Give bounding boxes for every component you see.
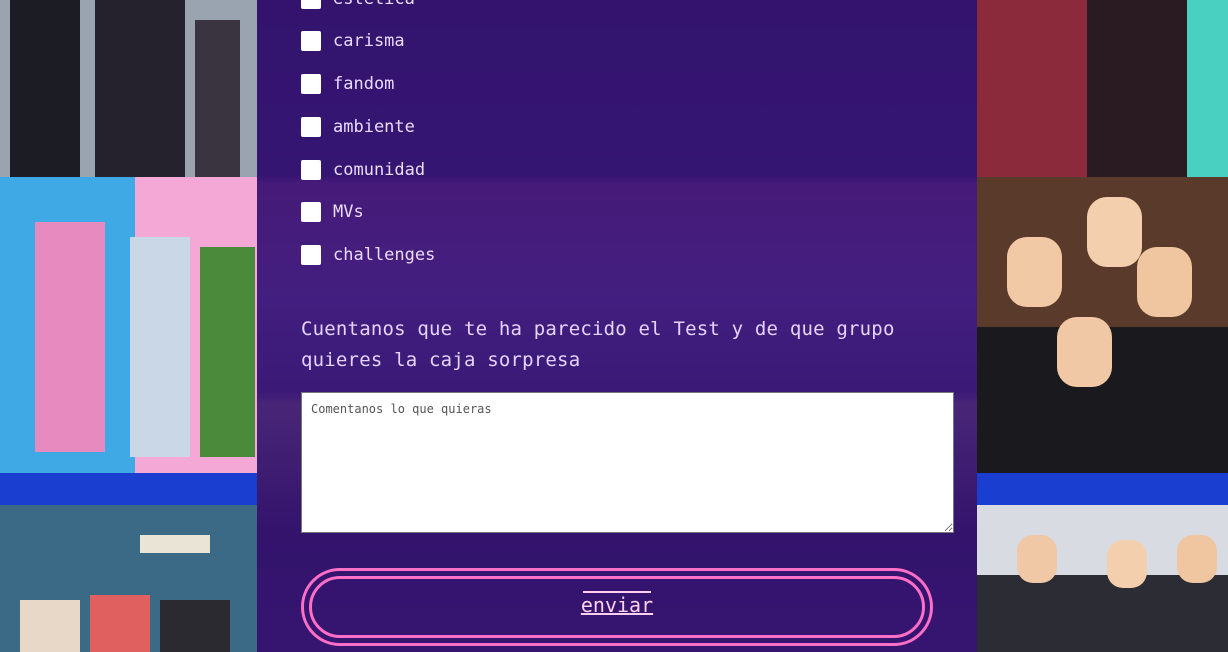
group-photo-right-bottom bbox=[977, 505, 1228, 652]
checkbox[interactable] bbox=[301, 202, 321, 222]
comment-textarea[interactable] bbox=[301, 392, 954, 533]
option-label: ambiente bbox=[333, 117, 415, 137]
send-button[interactable]: enviar bbox=[301, 568, 933, 646]
interest-option-mvs[interactable]: MVs bbox=[301, 201, 364, 223]
group-photo-right-top bbox=[977, 0, 1228, 177]
checkbox[interactable] bbox=[301, 74, 321, 94]
send-button-label: enviar bbox=[304, 591, 930, 617]
interest-option-estetica[interactable]: estética bbox=[301, 0, 415, 10]
checkbox[interactable] bbox=[301, 245, 321, 265]
interest-option-comunidad[interactable]: comunidad bbox=[301, 159, 425, 181]
group-photo-left-bottom bbox=[0, 505, 257, 652]
checkbox[interactable] bbox=[301, 160, 321, 180]
option-label: MVs bbox=[333, 202, 364, 222]
checkbox[interactable] bbox=[301, 0, 321, 9]
checkbox[interactable] bbox=[301, 117, 321, 137]
option-label: challenges bbox=[333, 245, 436, 265]
option-label: fandom bbox=[333, 74, 395, 94]
group-photo-left-middle bbox=[0, 177, 257, 473]
interest-option-fandom[interactable]: fandom bbox=[301, 73, 394, 95]
option-label: comunidad bbox=[333, 160, 426, 180]
checkbox[interactable] bbox=[301, 31, 321, 51]
interest-option-carisma[interactable]: carisma bbox=[301, 30, 405, 52]
option-label: carisma bbox=[333, 31, 405, 51]
interest-option-ambiente[interactable]: ambiente bbox=[301, 116, 415, 138]
option-label: estética bbox=[333, 0, 415, 9]
comment-prompt: Cuentanos que te ha parecido el Test y d… bbox=[301, 318, 895, 371]
interest-option-challenges[interactable]: challenges bbox=[301, 244, 435, 266]
group-photo-left-top bbox=[0, 0, 257, 177]
group-photo-right-middle bbox=[977, 177, 1228, 473]
